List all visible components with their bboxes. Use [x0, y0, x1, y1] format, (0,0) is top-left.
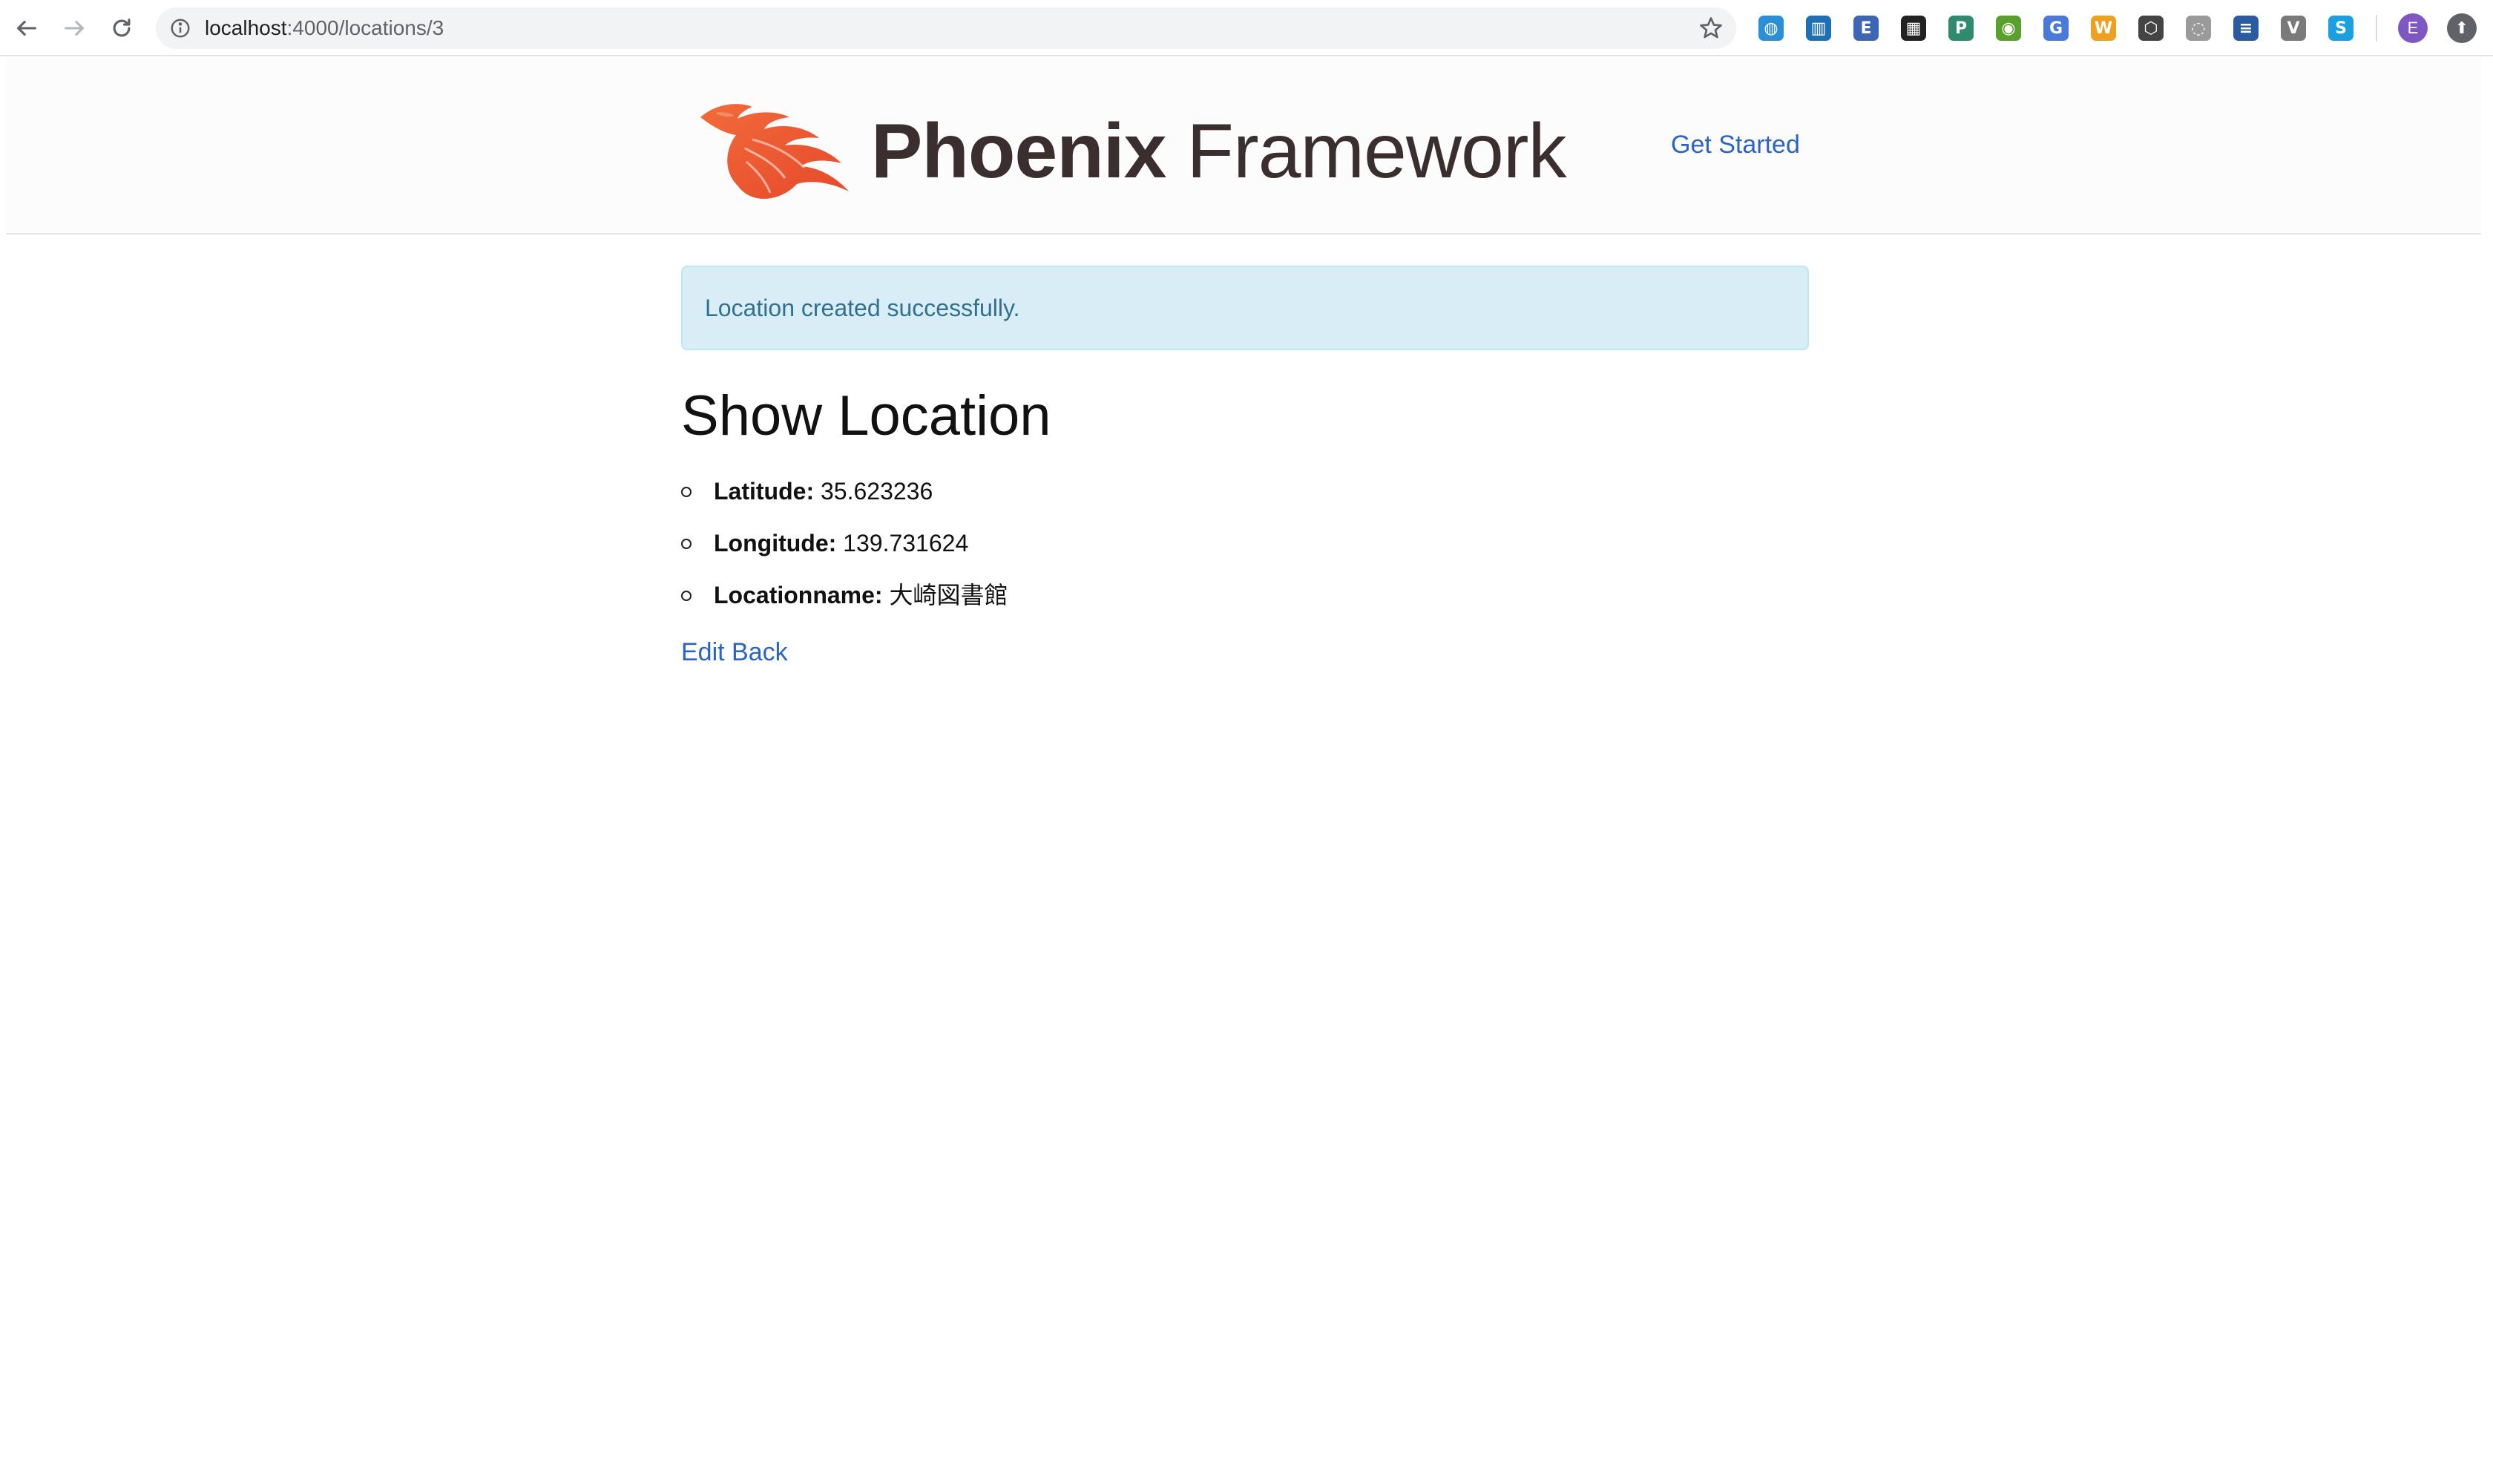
green-circle-extension-icon[interactable]: ◉ — [1996, 16, 2021, 41]
field-label: Longitude: — [714, 530, 837, 556]
pocket-extension-icon[interactable]: E — [1853, 16, 1879, 41]
globe-extension-icon[interactable]: ◍ — [1758, 16, 1784, 41]
bullet-circle-icon — [681, 591, 692, 601]
translate-extension-icon[interactable]: G — [2043, 16, 2069, 41]
v-extension-icon[interactable]: V — [2281, 16, 2306, 41]
skype-extension-icon[interactable]: S — [2328, 16, 2354, 41]
bullet-circle-icon — [681, 539, 692, 549]
arrow-right-icon — [65, 20, 84, 36]
bookmark-star-icon[interactable] — [1698, 15, 1724, 42]
layers-extension-icon[interactable]: ≡ — [2233, 16, 2259, 41]
info-icon[interactable] — [169, 17, 191, 39]
list-item-locationname: Locationname: 大崎図書館 — [681, 580, 1809, 610]
address-bar[interactable]: localhost:4000/locations/3 — [156, 7, 1736, 49]
forward-button[interactable] — [56, 10, 92, 46]
profile-initial: E — [2407, 19, 2419, 37]
w-extension-icon[interactable]: W — [2091, 16, 2116, 41]
field-value: 139.731624 — [843, 530, 969, 556]
phoenix-bird-icon — [700, 104, 849, 199]
location-details-list: Latitude: 35.623236 Longitude: 139.73162… — [681, 476, 1809, 610]
reload-icon — [113, 19, 131, 37]
logo-wordmark-bold: Phoenix — [871, 108, 1167, 194]
list-item-latitude: Latitude: 35.623236 — [681, 476, 1809, 506]
logo-wordmark-light: Framework — [1166, 108, 1566, 194]
main-content: Location created successfully. Show Loca… — [681, 266, 1809, 667]
gear-extension-icon[interactable]: ⬡ — [2138, 16, 2164, 41]
get-started-link[interactable]: Get Started — [1671, 131, 1800, 160]
page-title: Show Location — [681, 384, 1051, 447]
update-menu-icon[interactable]: ⬆ — [2447, 13, 2477, 43]
trello-extension-icon[interactable]: ▥ — [1806, 16, 1831, 41]
bullet-circle-icon — [681, 487, 692, 497]
toolbar-divider — [2376, 15, 2377, 42]
edit-link[interactable]: Edit — [681, 638, 725, 666]
action-links: Edit Back — [681, 638, 1809, 667]
arrow-left-icon — [17, 20, 36, 36]
profile-avatar[interactable]: E — [2398, 13, 2428, 43]
url-path: :4000/locations/3 — [286, 16, 444, 39]
field-value: 大崎図書館 — [889, 582, 1008, 608]
extensions-bar: ◍ ▥ E ▦ P ◉ G W ⬡ ◌ ≡ V S — [1758, 13, 2392, 43]
parking-extension-icon[interactable]: P — [1948, 16, 1974, 41]
site-header: Phoenix Framework Get Started — [6, 58, 2481, 234]
ghost-extension-icon[interactable]: ◌ — [2186, 16, 2211, 41]
url-text[interactable]: localhost:4000/locations/3 — [205, 7, 444, 49]
list-item-longitude: Longitude: 139.731624 — [681, 528, 1809, 558]
flash-info-alert: Location created successfully. — [681, 266, 1809, 350]
field-value: 35.623236 — [820, 478, 933, 505]
reload-button[interactable] — [104, 10, 139, 46]
back-button[interactable] — [9, 10, 45, 46]
url-host: localhost — [205, 16, 287, 39]
back-link[interactable]: Back — [732, 638, 788, 666]
browser-toolbar: localhost:4000/locations/3 ◍ ▥ E ▦ P ◉ G W ⬡ ◌ ≡ V S… — [0, 0, 2493, 56]
qr-code-extension-icon[interactable]: ▦ — [1901, 16, 1926, 41]
field-label: Locationname: — [714, 582, 883, 608]
phoenix-logo[interactable]: Phoenix Framework — [693, 93, 1566, 212]
field-label: Latitude: — [714, 478, 815, 505]
logo-wordmark: Phoenix Framework — [871, 107, 1566, 196]
